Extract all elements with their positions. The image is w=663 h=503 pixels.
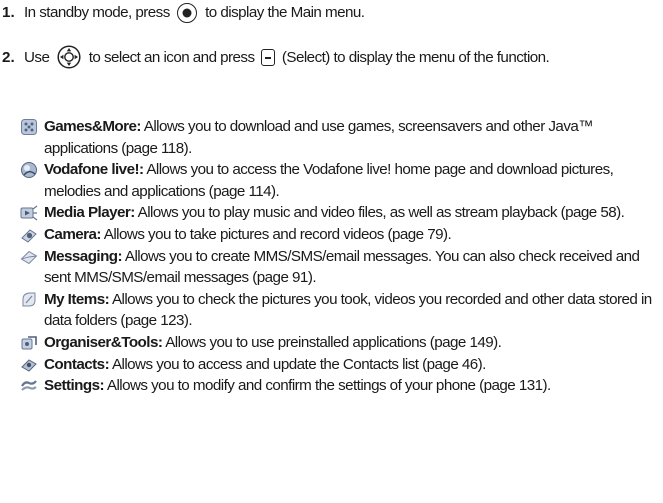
list-item: Contacts: Allows you to access and updat… [20,354,660,376]
messaging-icon [20,250,38,264]
camera-icon [21,229,37,243]
organiser-tools-icon [21,336,37,350]
item-name: Contacts: [44,355,110,373]
item-description: Allows you to create MMS/SMS/email messa… [44,247,640,287]
list-item: Messaging: Allows you to create MMS/SMS/… [20,246,660,289]
item-name: Camera: [44,225,101,243]
step-text: In standby mode, press to display the Ma… [24,0,659,25]
step-text-part: to select an icon and press [88,49,255,66]
item-description: Allows you to play music and video files… [137,204,625,222]
games-icon [21,119,37,135]
step-text-part: In standby mode, press [24,4,170,21]
media-player-icon [20,205,38,221]
vodafone-live-icon [21,162,37,179]
step-text-part: (Select) to display the menu of the func… [281,49,550,66]
main-menu-list: Games&More: Allows you to download and u… [20,116,660,397]
list-item: My Items: Allows you to check the pictur… [20,289,660,332]
soft-key-icon [261,49,276,66]
list-item: Settings: Allows you to modify and confi… [20,375,660,397]
item-name: Media Player: [44,204,135,222]
navigation-key-icon [57,45,81,69]
item-description: Allows you to check the pictures you too… [44,290,652,330]
step-number: 2. [2,49,15,66]
item-name: Vodafone live!: [44,161,144,179]
item-name: Organiser&Tools: [44,333,163,351]
item-description: Allows you to take pictures and record v… [103,225,452,243]
settings-icon [21,380,37,391]
center-key-icon [177,3,198,23]
manual-page: 1. In standby mode, press to display the… [0,0,663,503]
item-name: Messaging: [44,247,123,265]
list-item: Vodafone live!: Allows you to access the… [20,159,660,202]
step-text-part: Use [24,49,50,66]
item-name: Settings: [44,377,105,395]
step-number: 1. [2,4,15,21]
list-item: Media Player: Allows you to play music a… [20,202,660,224]
item-name: Games&More: [44,118,141,135]
list-item: Games&More: Allows you to download and u… [20,116,660,159]
item-description: Allows you to use preinstalled applicati… [165,333,502,351]
my-items-icon [22,292,36,307]
step-text: Use to select an icon and press (Select)… [24,45,659,70]
step-text-part: to display the Main menu. [205,4,365,21]
list-item: Camera: Allows you to take pictures and … [20,224,660,246]
item-name: My Items: [44,290,110,308]
contacts-icon [21,358,37,372]
item-description: Allows you to access and update the Cont… [111,355,486,373]
item-description: Allows you to modify and confirm the set… [106,377,551,395]
list-item: Organiser&Tools: Allows you to use prein… [20,332,660,354]
